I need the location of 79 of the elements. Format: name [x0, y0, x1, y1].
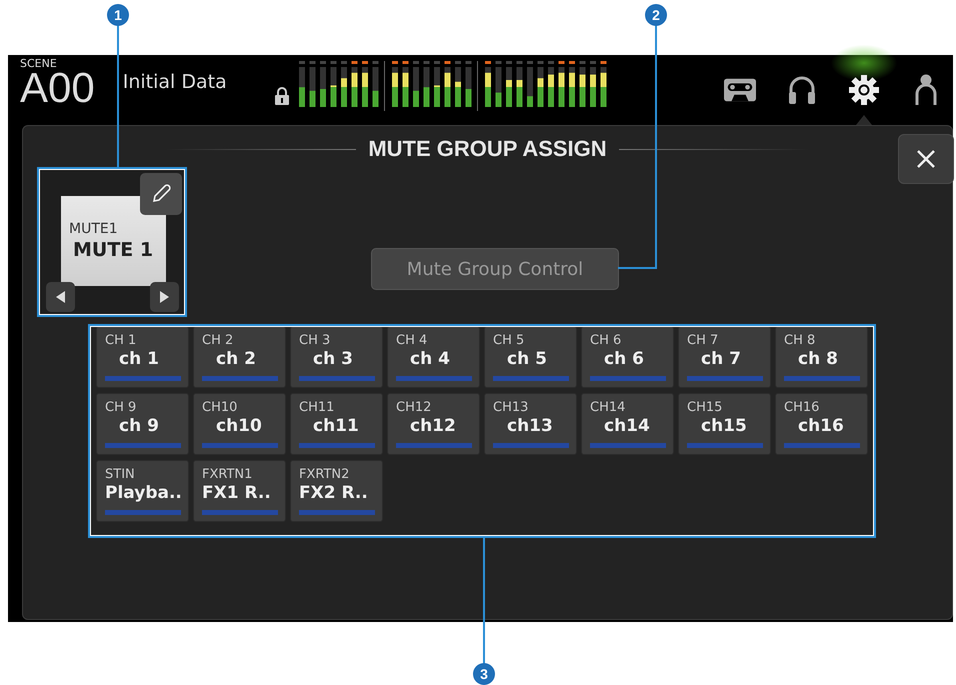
- callout-number: 1: [107, 4, 129, 26]
- mute-group-label: MUTE1: [69, 221, 119, 237]
- channel-id: CH 5: [493, 333, 526, 348]
- dialog-title: MUTE GROUP ASSIGN: [368, 136, 607, 162]
- channel-id: CH 1: [105, 333, 138, 348]
- channel-button[interactable]: CH 4 ch 4: [387, 326, 480, 388]
- channel-id: CH 7: [687, 333, 720, 348]
- callout-number: 3: [473, 663, 495, 685]
- channel-name: ch11: [313, 415, 360, 437]
- channel-button[interactable]: CH 6 ch 6: [581, 326, 674, 388]
- channel-button[interactable]: CH16 ch16: [775, 393, 868, 455]
- next-button[interactable]: [150, 282, 179, 312]
- close-button[interactable]: [898, 134, 954, 184]
- channel-button[interactable]: STIN Playba..: [96, 460, 189, 522]
- channel-button[interactable]: CH 8 ch 8: [775, 326, 868, 388]
- scene-title: Initial Data: [122, 71, 227, 93]
- channel-name: FX1 R..: [202, 482, 272, 504]
- channel-id: CH 9: [105, 400, 138, 415]
- channel-name: ch13: [507, 415, 554, 437]
- previous-button[interactable]: [46, 282, 75, 312]
- edit-button[interactable]: [140, 173, 182, 215]
- channel-id: CH 2: [202, 333, 234, 348]
- channel-button[interactable]: CH 3 ch 3: [290, 326, 383, 388]
- channel-id: CH 3: [299, 333, 332, 348]
- user-icon[interactable]: [914, 74, 937, 106]
- channel-name: ch15: [701, 415, 748, 437]
- channel-id: CH 4: [396, 333, 428, 348]
- channel-button[interactable]: CH 1 ch 1: [96, 326, 189, 388]
- scene-number: A00: [20, 69, 95, 107]
- callout-number: 2: [645, 4, 667, 26]
- channel-id: CH11: [299, 400, 336, 415]
- cassette-icon[interactable]: [724, 78, 756, 102]
- mute-group-name: MUTE 1: [73, 239, 154, 261]
- channel-button[interactable]: CH12 ch12: [387, 393, 480, 455]
- channel-id: CH15: [687, 400, 724, 415]
- headphones-icon[interactable]: [788, 75, 816, 105]
- channel-id: FXRTN1: [202, 467, 254, 482]
- settings-icon[interactable]: [848, 75, 879, 105]
- channel-name: ch 4: [410, 348, 451, 370]
- channel-name: ch 3: [313, 348, 354, 370]
- channel-id: CH 8: [784, 333, 816, 348]
- channel-button[interactable]: CH11 ch11: [290, 393, 383, 455]
- channel-id: CH16: [784, 400, 820, 415]
- channel-name: ch12: [410, 415, 457, 437]
- scene-label: SCENE: [20, 58, 58, 69]
- channel-name: ch 7: [701, 348, 742, 370]
- channel-id: CH 6: [590, 333, 622, 348]
- channel-name: ch 5: [507, 348, 548, 370]
- channel-button[interactable]: FXRTN1 FX1 R..: [193, 460, 286, 522]
- channel-id: CH10: [202, 400, 238, 415]
- mute-group-tile[interactable]: MUTE1 MUTE 1: [61, 196, 166, 286]
- channel-button[interactable]: CH 2 ch 2: [193, 326, 286, 388]
- channel-button[interactable]: CH13 ch13: [484, 393, 577, 455]
- channel-name: Playba..: [105, 482, 183, 504]
- channel-name: ch 8: [798, 348, 839, 370]
- channel-button[interactable]: CH 5 ch 5: [484, 326, 577, 388]
- channel-name: ch 9: [119, 415, 160, 437]
- channel-button[interactable]: CH14 ch14: [581, 393, 674, 455]
- channel-id: STIN: [105, 467, 136, 482]
- channel-button[interactable]: CH 9 ch 9: [96, 393, 189, 455]
- channel-button[interactable]: CH10 ch10: [193, 393, 286, 455]
- channel-name: ch 6: [604, 348, 645, 370]
- channel-name: ch16: [798, 415, 845, 437]
- channel-id: CH14: [590, 400, 626, 415]
- channel-button[interactable]: CH 7 ch 7: [678, 326, 771, 388]
- pencil-icon: [150, 183, 172, 205]
- channel-id: CH12: [396, 400, 432, 415]
- channel-name: ch 2: [216, 348, 257, 370]
- right-triangle-icon: [160, 291, 169, 303]
- channel-id: CH13: [493, 400, 530, 415]
- channel-id: FXRTN2: [299, 467, 350, 482]
- channel-name: FX2 R..: [299, 482, 369, 504]
- channel-button[interactable]: FXRTN2 FX2 R..: [290, 460, 383, 522]
- channel-name: ch 1: [119, 348, 160, 370]
- close-icon: [916, 149, 936, 169]
- channel-name: ch10: [216, 415, 263, 437]
- channel-button[interactable]: CH15 ch15: [678, 393, 771, 455]
- left-triangle-icon: [56, 291, 65, 303]
- channel-name: ch14: [604, 415, 651, 437]
